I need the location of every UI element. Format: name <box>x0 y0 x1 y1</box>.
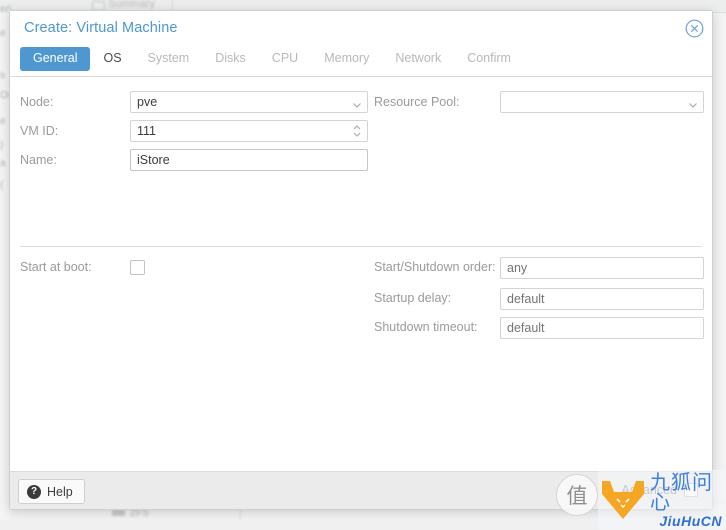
startup-delay-input[interactable] <box>500 288 704 310</box>
tab-os[interactable]: OS <box>90 47 134 71</box>
name-row: Name: <box>20 149 368 171</box>
vmid-input[interactable] <box>130 120 368 142</box>
name-control <box>130 149 368 171</box>
start-at-boot-label: Start at boot: <box>20 260 92 274</box>
shutdown-timeout-row: Shutdown timeout: <box>374 317 704 339</box>
tab-bar: General OS System Disks CPU Memory Netwo… <box>10 47 712 77</box>
startup-options-column: Start/Shutdown order: Startup delay: Shu… <box>374 257 704 346</box>
vmid-control <box>130 120 368 142</box>
shutdown-timeout-label: Shutdown timeout: <box>374 320 478 334</box>
general-right-column: Resource Pool: <box>374 91 704 120</box>
tab-general[interactable]: General <box>20 47 91 71</box>
tab-memory[interactable]: Memory <box>311 47 382 71</box>
node-control <box>130 91 368 113</box>
background-fragment: ( <box>0 180 4 191</box>
resource-pool-control <box>500 91 704 113</box>
start-at-boot-checkbox[interactable] <box>130 260 145 275</box>
name-label: Name: <box>20 152 57 167</box>
help-button[interactable]: ? Help <box>18 479 85 504</box>
name-input[interactable] <box>130 149 368 171</box>
section-divider <box>20 246 702 247</box>
background-zfs-icon <box>112 510 125 516</box>
tab-network[interactable]: Network <box>382 47 454 71</box>
startup-delay-row: Startup delay: <box>374 288 704 310</box>
vmid-row: VM ID: <box>20 120 368 142</box>
background-sidebar <box>0 12 9 520</box>
startup-order-label: Start/Shutdown order: <box>374 260 496 274</box>
close-circle-icon[interactable] <box>685 19 704 38</box>
watermark-brand-en: JiuHuCN <box>659 513 722 529</box>
watermark-brand-cn: 九狐问心 <box>650 470 713 514</box>
vmid-label: VM ID: <box>20 123 59 138</box>
startup-delay-label: Startup delay: <box>374 291 452 305</box>
watermark-brand: 九狐问心 JiuHuCN <box>598 470 726 530</box>
resource-pool-row: Resource Pool: <box>374 91 704 113</box>
tab-disks[interactable]: Disks <box>202 47 259 71</box>
watermark-badge: 值 <box>556 474 598 516</box>
background-fragment: e <box>0 116 6 127</box>
dialog-body: Node: VM ID: <box>10 77 712 471</box>
background-fragment: a <box>0 158 6 169</box>
node-label: Node: <box>20 94 54 109</box>
startup-delay-control <box>500 288 704 310</box>
general-left-column: Node: VM ID: <box>20 91 368 178</box>
background-fragment: ) <box>0 140 4 151</box>
help-button-label: Help <box>47 484 73 499</box>
tab-system[interactable]: System <box>135 47 203 71</box>
node-row: Node: <box>20 91 368 113</box>
resource-pool-select[interactable] <box>500 91 704 113</box>
question-mark-icon: ? <box>27 484 41 499</box>
tab-cpu[interactable]: CPU <box>259 47 311 71</box>
create-vm-dialog: Create: Virtual Machine General OS Syste… <box>9 10 713 510</box>
shutdown-timeout-input[interactable] <box>500 317 704 339</box>
startup-order-control <box>500 257 704 279</box>
page-title: Create: Virtual Machine <box>24 20 178 36</box>
fox-head-icon <box>600 478 646 522</box>
shutdown-timeout-control <box>500 317 704 339</box>
node-select[interactable] <box>130 91 368 113</box>
background-fragment: s <box>0 70 5 81</box>
start-at-boot-row: Start at boot: <box>20 260 145 275</box>
dialog-header: Create: Virtual Machine <box>10 11 712 47</box>
background-summary-label: Summary <box>108 0 156 10</box>
tab-confirm[interactable]: Confirm <box>454 47 524 71</box>
startup-order-row: Start/Shutdown order: <box>374 257 704 279</box>
startup-order-input[interactable] <box>500 257 704 279</box>
background-fragment: e <box>0 28 6 39</box>
resource-pool-label: Resource Pool: <box>374 94 460 109</box>
